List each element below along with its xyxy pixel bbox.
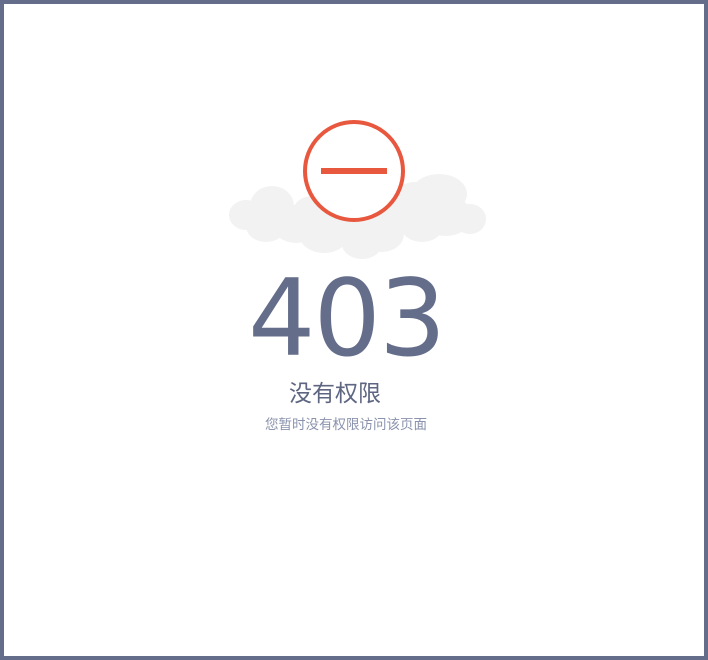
- error-code: 403: [248, 257, 446, 380]
- no-entry-icon: [303, 120, 405, 222]
- error-description: 您暂时没有权限访问该页面: [265, 417, 427, 433]
- error-title: 没有权限: [289, 381, 381, 407]
- error-illustration: [224, 116, 494, 266]
- error-page: 403 没有权限 您暂时没有权限访问该页面: [0, 0, 708, 660]
